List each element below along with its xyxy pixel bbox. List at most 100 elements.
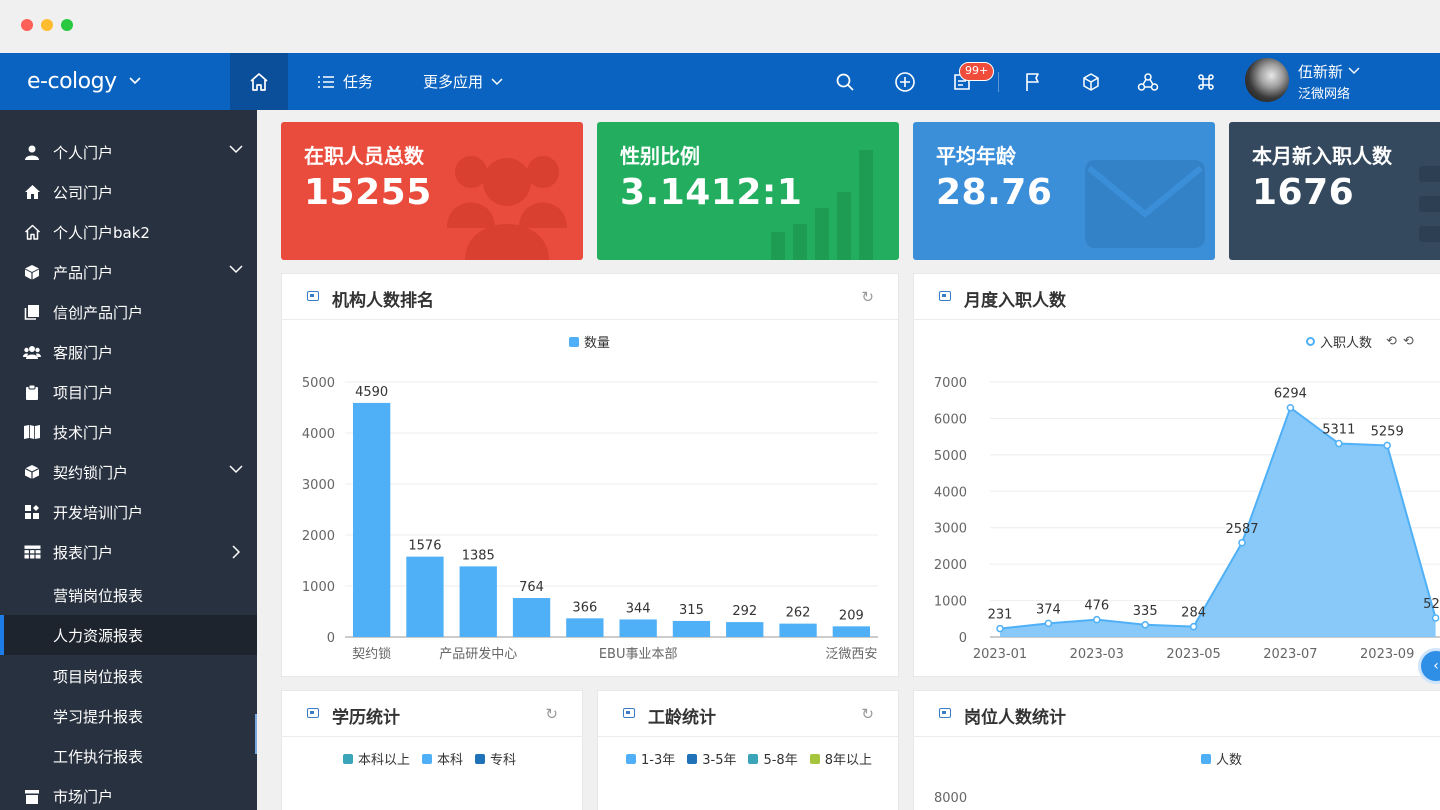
sidebar-item-qiyuesuo-portal[interactable]: 契约锁门户 [0, 452, 257, 492]
y-axis-tick-label: 0 [327, 631, 335, 646]
card-title: 工龄统计 [648, 708, 716, 728]
brand-switcher[interactable]: e-cology [0, 53, 230, 110]
point-data-label: 6294 [1274, 387, 1307, 402]
legend-label: 8年以上 [824, 753, 872, 768]
chevron-down-icon [229, 145, 243, 154]
sidebar-item-label: 技术门户 [53, 423, 114, 442]
sidebar-item-label: 契约锁门户 [53, 463, 129, 482]
list-icon [1419, 166, 1440, 242]
legend-label: 专科 [490, 753, 517, 768]
scroll-to-top-button[interactable]: ‹ [1418, 648, 1440, 684]
refresh-icon[interactable]: ↻ [861, 288, 874, 306]
store-icon [23, 787, 41, 805]
map-icon [23, 423, 41, 441]
command-icon[interactable] [1191, 67, 1221, 97]
x-axis-tick-label: 2023-01 [973, 647, 1027, 662]
sidebar-item-product-portal[interactable]: 产品门户 [0, 252, 257, 292]
chart-legend[interactable]: 本科以上 本科 专科 [343, 749, 516, 768]
bar-data-label: 344 [626, 601, 651, 616]
legend-swatch [475, 753, 486, 764]
y-axis-tick-label: 5000 [934, 449, 967, 464]
users-icon [23, 343, 41, 361]
y-axis-tick-label: 4000 [302, 427, 335, 442]
sidebar-item-label: 市场门户 [53, 787, 114, 806]
refresh-icon[interactable]: ↻ [861, 705, 874, 723]
minimize-window-button[interactable] [41, 19, 53, 31]
y-axis-tick-label: 5000 [302, 376, 335, 391]
legend-swatch [626, 753, 636, 764]
y-axis-tick-label: 7000 [934, 376, 967, 391]
card-header: 月度入职人数 [914, 274, 1440, 320]
sidebar-item-project-portal[interactable]: 项目门户 [0, 372, 257, 412]
sidebar-item-service-portal[interactable]: 客服门户 [0, 332, 257, 372]
home-button[interactable] [230, 53, 288, 110]
box-icon [23, 463, 41, 481]
sidebar-item-dev-training-portal[interactable]: 开发培训门户 [0, 492, 257, 532]
sidebar-item-report-portal[interactable]: 报表门户 [0, 532, 257, 572]
point-data-label: 5259 [1371, 424, 1404, 439]
copy-icon [23, 303, 41, 321]
sidebar-subitem-execution-report[interactable]: 工作执行报表 [0, 736, 257, 776]
list-icon [318, 75, 334, 88]
bar-data-label: 315 [679, 603, 704, 618]
avatar[interactable] [1245, 58, 1289, 102]
sidebar-item-market-portal[interactable]: 市场门户 [0, 776, 257, 810]
cube-icon[interactable] [1076, 67, 1106, 97]
card-education-stats: 学历统计 ↻ 本科以上 本科 专科 [281, 690, 583, 810]
nav-tasks-label: 任务 [343, 73, 374, 91]
sidebar-item-company-portal[interactable]: 公司门户 [0, 172, 257, 212]
bar [352, 402, 391, 637]
sidebar-item-label: 开发培训门户 [53, 503, 144, 522]
flag-icon[interactable] [1018, 67, 1048, 97]
card-title: 岗位人数统计 [964, 708, 1066, 728]
kpi-card-gender-ratio[interactable]: 性别比例 3.1412:1 [597, 122, 899, 260]
chart-legend[interactable]: 1-3年 3-5年 5-8年 8年以上 [626, 749, 872, 768]
chart-legend[interactable]: 人数 [1201, 749, 1242, 768]
y-axis-tick-label: 2000 [302, 529, 335, 544]
refresh-icon[interactable]: ↻ [545, 705, 558, 723]
legend-swatch [748, 753, 759, 764]
search-icon[interactable] [830, 67, 860, 97]
sidebar-subitem-hr-report[interactable]: 人力资源报表 [0, 615, 257, 655]
y-axis-tick-label: 1000 [934, 595, 967, 610]
sidebar-subitem-marketing-report[interactable]: 营销岗位报表 [0, 575, 257, 615]
bar-data-label: 1385 [462, 548, 495, 563]
kpi-card-average-age[interactable]: 平均年龄 28.76 [913, 122, 1215, 260]
y-axis-tick-label: 2000 [934, 558, 967, 573]
home-icon [23, 183, 41, 201]
sidebar-item-personal-portal-bak2[interactable]: 个人门户bak2 [0, 212, 257, 252]
maximize-window-button[interactable] [61, 19, 73, 31]
area-chart: 0 1000 2000 3000 4000 5000 6000 7000 231 374 476 33… [934, 376, 1440, 662]
chevron-down-icon[interactable] [1348, 67, 1360, 75]
kpi-label: 在职人员总数 [304, 144, 424, 168]
x-axis-tick-label: 2023-05 [1166, 647, 1220, 662]
card-monthly-hires: 月度入职人数 入职人数 ⟲ ⟲ 0 1000 2000 3000 4000 5000 600… [913, 273, 1440, 684]
bar-data-label: 1576 [408, 539, 441, 554]
user-company: 泛微网络 [1298, 87, 1351, 102]
x-axis-tick-label: 2023-07 [1263, 647, 1317, 662]
sidebar-subitem-learning-report[interactable]: 学习提升报表 [0, 696, 257, 736]
card-position-headcount: 岗位人数统计 人数 8000 [913, 690, 1440, 810]
sidebar-subitem-project-report[interactable]: 项目岗位报表 [0, 656, 257, 696]
sidebar-item-personal-portal[interactable]: 个人门户 [0, 132, 257, 172]
nav-more-apps[interactable]: 更多应用 [423, 53, 503, 110]
user-name[interactable]: 伍新新 [1298, 61, 1343, 82]
point-data-label: 2587 [1225, 522, 1258, 537]
y-axis-tick-label: 6000 [934, 412, 967, 427]
org-icon[interactable] [1133, 67, 1163, 97]
home-outline-icon [23, 223, 41, 241]
sidebar-item-label: 个人门户 [53, 143, 114, 162]
sidebar-item-tech-portal[interactable]: 技术门户 [0, 412, 257, 452]
kpi-card-new-hires[interactable]: 本月新入职人数 1676 [1229, 122, 1440, 260]
close-window-button[interactable] [21, 19, 33, 31]
data-point [1431, 614, 1440, 622]
bar [512, 598, 551, 637]
nav-tasks[interactable]: 任务 [318, 53, 373, 110]
plus-circle-icon[interactable] [890, 67, 920, 97]
kpi-card-total-staff[interactable]: 在职人员总数 15255 [281, 122, 583, 260]
data-point [1383, 441, 1391, 450]
bar [672, 620, 711, 637]
sidebar-item-xinchuang-portal[interactable]: 信创产品门户 [0, 292, 257, 332]
bar [566, 618, 604, 637]
legend-label: 本科 [437, 753, 464, 768]
